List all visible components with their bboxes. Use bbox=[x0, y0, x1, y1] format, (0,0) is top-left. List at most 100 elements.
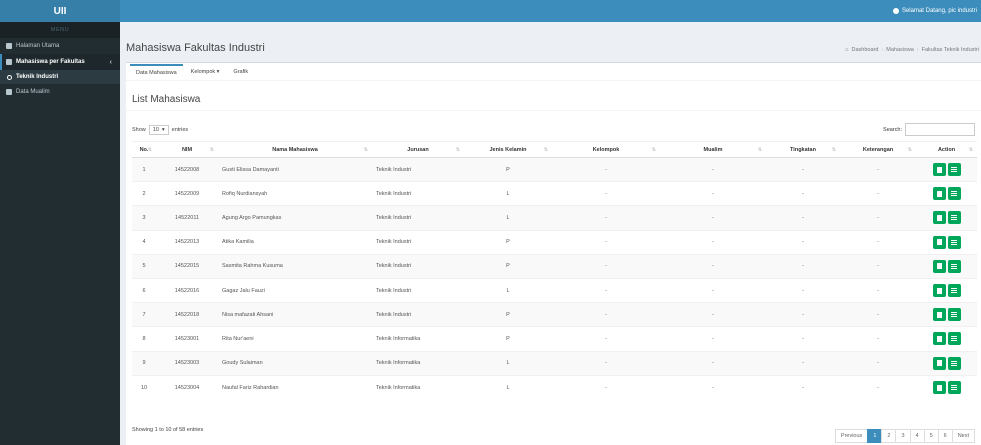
table-cell: 9 bbox=[132, 350, 156, 376]
table-cell: 8 bbox=[132, 326, 156, 351]
menu-button[interactable] bbox=[947, 308, 961, 322]
user-icon bbox=[892, 8, 899, 14]
table-cell: 4 bbox=[132, 229, 156, 255]
pagination-button[interactable]: 3 bbox=[895, 429, 911, 443]
sort-icon: ⇅ bbox=[968, 147, 973, 153]
detail-button[interactable] bbox=[932, 308, 946, 322]
column-header[interactable]: Nama Mahasiswa ⇅ bbox=[218, 141, 372, 158]
user-menu[interactable]: Selamat Datang, pic industri bbox=[892, 0, 977, 22]
action-group bbox=[920, 163, 973, 177]
dashboard-icon: ⌂ bbox=[845, 47, 849, 53]
pagination-button[interactable]: 6 bbox=[937, 429, 953, 443]
entries-select[interactable]: 10 ▾ bbox=[148, 125, 169, 135]
sidebar-item-label: Halaman Utama bbox=[16, 43, 60, 49]
column-header[interactable]: Jenis Kelamin ⇅ bbox=[464, 141, 552, 158]
table-cell: 14522011 bbox=[156, 205, 218, 231]
table-cell: - bbox=[840, 205, 916, 231]
sidebar-subitem-teknik-industri[interactable]: Teknik Industri bbox=[0, 70, 120, 84]
action-cell bbox=[916, 229, 977, 255]
sidebar-item-data-mualim[interactable]: Data Mualim bbox=[0, 84, 120, 100]
tab-data-mahasiswa[interactable]: Data Mahasiswa bbox=[130, 64, 183, 80]
divider bbox=[126, 110, 981, 111]
pagination-button[interactable]: Next bbox=[951, 429, 975, 443]
table-cell: 14522008 bbox=[156, 156, 218, 182]
menu-button[interactable] bbox=[947, 284, 961, 298]
detail-button[interactable] bbox=[932, 211, 946, 225]
menu-button[interactable] bbox=[947, 381, 961, 395]
table-row: 9 14523003 Goudy Sulaiman Teknik Informatik… bbox=[132, 350, 977, 376]
table-cell: L bbox=[464, 181, 552, 206]
column-header-label: Tingkatan bbox=[790, 146, 816, 153]
sidebar-item-label: Data Mualim bbox=[16, 89, 50, 95]
sidebar-item-halaman-utama[interactable]: Halaman Utama bbox=[0, 38, 120, 54]
column-header[interactable]: NIM ⇅ bbox=[156, 141, 218, 158]
table-cell: - bbox=[766, 326, 840, 351]
sidebar-item-mahasiswa-per-fakultas[interactable]: Mahasiswa per Fakultas ‹ bbox=[0, 54, 120, 70]
column-header[interactable]: Kelompok ⇅ bbox=[552, 141, 660, 158]
table-cell: Gagaz Jalu Fauzi bbox=[218, 277, 372, 303]
column-header[interactable]: Jurusan ⇅ bbox=[372, 141, 464, 158]
table-cell: - bbox=[840, 156, 916, 182]
table-cell: - bbox=[840, 302, 916, 327]
breadcrumb-separator: › bbox=[881, 47, 884, 53]
menu-button[interactable] bbox=[947, 259, 961, 273]
detail-button[interactable] bbox=[932, 381, 946, 395]
table-cell: 5 bbox=[132, 253, 156, 279]
column-header[interactable]: Keterangan ⇅ bbox=[840, 141, 916, 158]
table-cell: Teknik Industri bbox=[372, 253, 464, 279]
table-cell: - bbox=[552, 205, 660, 231]
column-header[interactable]: Tingkatan ⇅ bbox=[766, 141, 840, 158]
group-icon bbox=[6, 89, 12, 95]
action-group bbox=[920, 332, 973, 346]
menu-button[interactable] bbox=[947, 211, 961, 225]
pagination-button[interactable]: Previous bbox=[834, 429, 869, 443]
table-cell: P bbox=[464, 326, 552, 351]
breadcrumb-dashboard[interactable]: Dashboard bbox=[852, 47, 879, 53]
pagination-button[interactable]: 4 bbox=[909, 429, 925, 443]
detail-button[interactable] bbox=[932, 332, 946, 346]
table-cell: - bbox=[660, 253, 766, 279]
search-input[interactable] bbox=[905, 123, 975, 136]
column-header[interactable]: No. ⇅ bbox=[132, 141, 156, 158]
table-cell: - bbox=[840, 350, 916, 376]
tab-kelompok[interactable]: Kelompok ▾ bbox=[185, 64, 226, 80]
table-row: 2 14522009 Rofiq Nurdiansyah Teknik Industr… bbox=[132, 181, 977, 206]
column-header[interactable]: Mualim ⇅ bbox=[660, 141, 766, 158]
table-cell: Teknik Industri bbox=[372, 229, 464, 255]
show-label: Show bbox=[132, 127, 146, 133]
breadcrumb-mahasiswa[interactable]: Mahasiswa bbox=[886, 47, 914, 53]
list-icon bbox=[951, 385, 957, 391]
file-icon bbox=[936, 335, 942, 342]
pagination-button[interactable]: 2 bbox=[881, 429, 897, 443]
detail-button[interactable] bbox=[932, 259, 946, 273]
menu-button[interactable] bbox=[947, 235, 961, 249]
menu-button[interactable] bbox=[947, 187, 961, 201]
tab-grafik[interactable]: Grafik bbox=[227, 64, 254, 80]
menu-button[interactable] bbox=[947, 332, 961, 346]
detail-button[interactable] bbox=[932, 163, 946, 177]
column-header-label: Kelompok bbox=[592, 146, 620, 153]
action-cell bbox=[916, 277, 977, 303]
table-cell: - bbox=[660, 326, 766, 351]
sort-icon: ⇅ bbox=[455, 147, 460, 153]
detail-button[interactable] bbox=[932, 187, 946, 201]
table-cell: - bbox=[660, 205, 766, 231]
file-icon bbox=[936, 287, 942, 294]
detail-button[interactable] bbox=[932, 284, 946, 298]
menu-button[interactable] bbox=[947, 163, 961, 177]
pagination-button[interactable]: 1 bbox=[867, 429, 883, 443]
sort-icon: ⇅ bbox=[757, 147, 762, 153]
action-cell bbox=[916, 253, 977, 279]
sort-icon: ⇅ bbox=[831, 147, 836, 153]
table-cell: L bbox=[464, 205, 552, 231]
menu-button[interactable] bbox=[947, 356, 961, 370]
action-group bbox=[920, 211, 973, 225]
pagination-button[interactable]: 5 bbox=[923, 429, 939, 443]
table-cell: - bbox=[766, 302, 840, 327]
app-logo[interactable]: UII bbox=[0, 0, 120, 22]
table-cell: 3 bbox=[132, 205, 156, 231]
detail-button[interactable] bbox=[932, 356, 946, 370]
table-cell: 14523004 bbox=[156, 374, 218, 400]
table-cell: 14523003 bbox=[156, 350, 218, 376]
detail-button[interactable] bbox=[932, 235, 946, 249]
